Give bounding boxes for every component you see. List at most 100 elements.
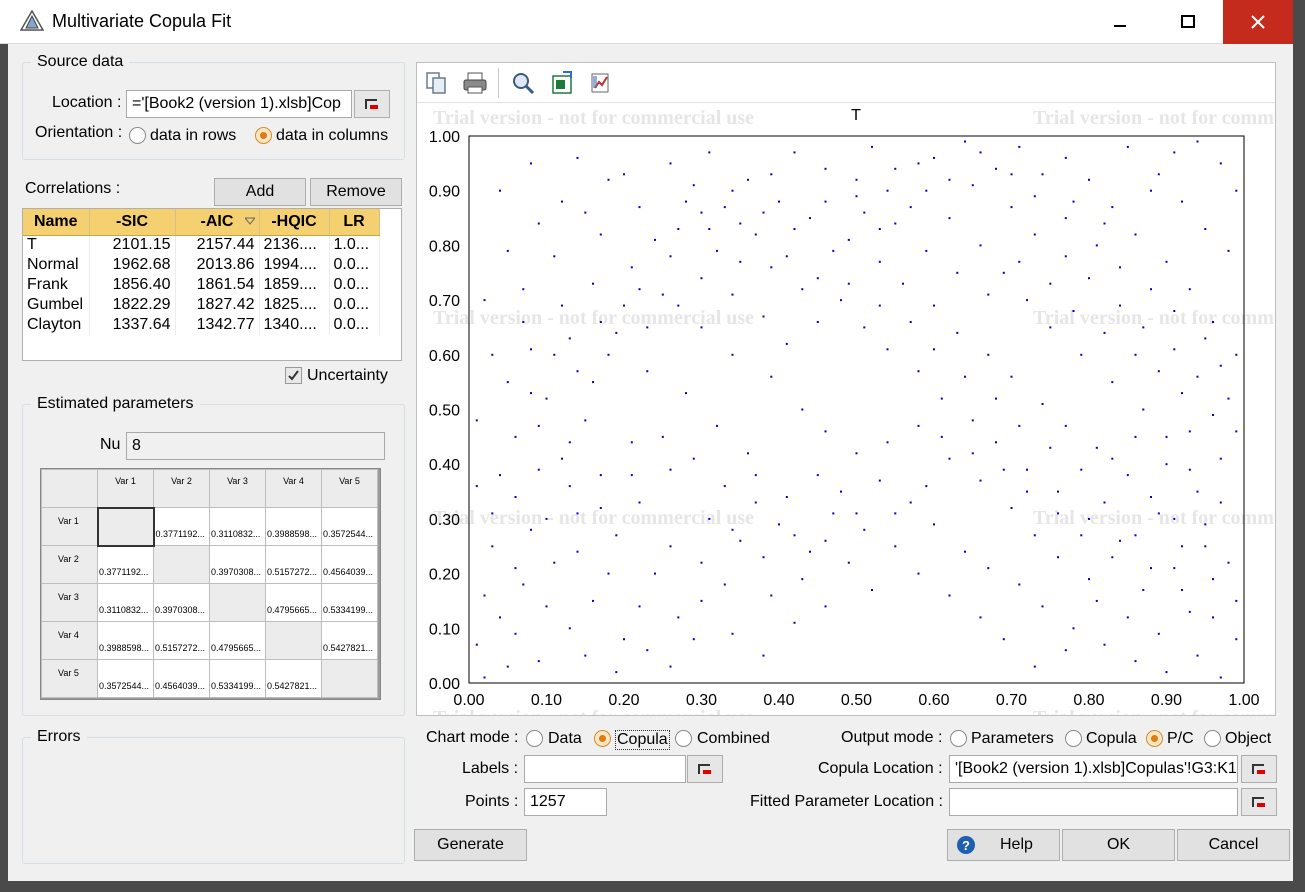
- column-header-lr[interactable]: LR: [329, 209, 380, 236]
- matrix-cell[interactable]: 0.3988598...: [265, 507, 322, 546]
- scatter-point: [607, 178, 610, 181]
- print-icon[interactable]: [462, 70, 488, 96]
- matrix-cell[interactable]: [265, 621, 322, 660]
- column-header-hqic[interactable]: -HQIC: [259, 209, 330, 236]
- matrix-cell[interactable]: 0.5157272...: [265, 545, 322, 584]
- table-row[interactable]: T 2101.15 2157.44 2136.... 1.0...: [23, 235, 380, 255]
- excel-export-icon[interactable]: [549, 70, 575, 96]
- minimize-button[interactable]: [1086, 0, 1154, 44]
- scatter-point: [638, 206, 641, 209]
- scatter-point: [1111, 206, 1114, 209]
- table-row[interactable]: Frank 1856.40 1861.54 1859.... 0.0...: [23, 275, 380, 295]
- labels-input[interactable]: [524, 755, 686, 783]
- scatter-point: [809, 217, 811, 220]
- column-header-name[interactable]: Name: [23, 209, 90, 236]
- matrix-cell[interactable]: [153, 545, 210, 584]
- scatter-point: [592, 381, 594, 384]
- chart-mode-data-radio[interactable]: [526, 730, 543, 747]
- cell-lr: 0.0...: [329, 255, 380, 275]
- scatter-point: [840, 299, 842, 302]
- matrix-cell[interactable]: 0.3988598...: [97, 621, 154, 660]
- scatter-point: [956, 271, 959, 274]
- matrix-cell[interactable]: [321, 659, 378, 698]
- cancel-button[interactable]: Cancel: [1177, 829, 1290, 861]
- scatter-point: [1088, 578, 1090, 581]
- location-input[interactable]: ='[Book2 (version 1).xlsb]Cop: [126, 90, 352, 118]
- matrix-cell[interactable]: 0.3110832...: [209, 507, 266, 546]
- scatter-point: [1111, 457, 1114, 460]
- chart-mode-copula-radio[interactable]: [594, 730, 611, 747]
- matrix-cell[interactable]: 0.3771192...: [153, 507, 210, 546]
- close-button[interactable]: [1223, 0, 1293, 44]
- copy-icon[interactable]: [424, 70, 450, 96]
- data-in-columns-radio[interactable]: [255, 127, 272, 144]
- matrix-cell[interactable]: 0.3572544...: [97, 659, 154, 698]
- copula-location-input[interactable]: '[Book2 (version 1).xlsb]Copulas'!G3:K1: [949, 755, 1238, 783]
- output-copula-radio[interactable]: [1065, 730, 1082, 747]
- output-pc-radio[interactable]: [1146, 730, 1163, 747]
- maximize-button[interactable]: [1154, 0, 1222, 44]
- scatter-point: [630, 474, 633, 477]
- scatter-point: [553, 255, 556, 258]
- scatter-point: [1057, 556, 1059, 559]
- generate-button[interactable]: Generate: [414, 829, 527, 861]
- matrix-cell[interactable]: 0.3572544...: [321, 507, 378, 546]
- table-row[interactable]: Normal 1962.68 2013.86 1994.... 0.0...: [23, 255, 380, 275]
- data-in-rows-radio[interactable]: [129, 127, 146, 144]
- matrix-cell[interactable]: 0.3110832...: [97, 583, 154, 622]
- scatter-point: [809, 550, 811, 553]
- chart-settings-icon[interactable]: [588, 70, 614, 96]
- matrix-cell[interactable]: 0.5157272...: [153, 621, 210, 660]
- output-object-radio[interactable]: [1204, 730, 1221, 747]
- table-row[interactable]: Clayton 1337.64 1342.77 1340.... 0.0...: [23, 315, 380, 335]
- chart-mode-combined-radio[interactable]: [675, 730, 692, 747]
- column-header-sic[interactable]: -SIC: [89, 209, 176, 236]
- matrix-cell[interactable]: 0.5427821...: [265, 659, 322, 698]
- uncertainty-checkbox[interactable]: [285, 367, 302, 384]
- scatter-point: [933, 348, 935, 351]
- scatter-point: [1033, 534, 1036, 537]
- matrix-cell[interactable]: 0.5334199...: [321, 583, 378, 622]
- copula-location-ref-button[interactable]: [1241, 755, 1277, 783]
- ok-button[interactable]: OK: [1062, 829, 1175, 861]
- fitted-parameter-location-ref-button[interactable]: [1241, 788, 1277, 816]
- labels-ref-button[interactable]: [687, 755, 723, 783]
- scatter-point: [599, 321, 602, 323]
- scatter-point: [1173, 348, 1176, 351]
- scatter-point: [692, 184, 695, 187]
- matrix-col-header: Var 3: [209, 469, 266, 508]
- scatter-point: [499, 616, 501, 619]
- watermark-text: Trial version - not for commercial use: [433, 307, 754, 329]
- remove-button[interactable]: Remove: [310, 178, 402, 206]
- scatter-point: [576, 156, 579, 159]
- matrix-cell[interactable]: 0.4564039...: [321, 545, 378, 584]
- fitted-parameter-location-input[interactable]: [949, 788, 1238, 816]
- matrix-cell[interactable]: [96, 506, 155, 547]
- matrix-cell[interactable]: 0.3771192...: [97, 545, 154, 584]
- data-in-rows-label: data in rows: [150, 127, 237, 144]
- output-parameters-radio[interactable]: [950, 730, 967, 747]
- scatter-point: [475, 419, 478, 422]
- matrix-cell[interactable]: 0.3970308...: [153, 583, 210, 622]
- matrix-cell[interactable]: 0.3970308...: [209, 545, 266, 584]
- scatter-point: [669, 665, 672, 668]
- help-button[interactable]: ? Help: [947, 829, 1060, 861]
- cell-hqic: 1340....: [259, 315, 330, 335]
- matrix-cell[interactable]: 0.5334199...: [209, 659, 266, 698]
- location-ref-button[interactable]: [354, 90, 390, 118]
- matrix-cell[interactable]: [209, 583, 266, 622]
- scatter-point: [685, 392, 687, 395]
- matrix-cell[interactable]: 0.4795665...: [209, 621, 266, 660]
- scatter-point: [615, 534, 618, 537]
- scatter-point: [878, 260, 881, 263]
- table-row[interactable]: Gumbel 1822.29 1827.42 1825.... 0.0...: [23, 295, 380, 315]
- column-header-aic[interactable]: -AIC: [175, 209, 260, 236]
- matrix-cell[interactable]: 0.4795665...: [265, 583, 322, 622]
- matrix-cell[interactable]: 0.5427821...: [321, 621, 378, 660]
- watermark-layer: Trial version - not for commercial use Tr…: [433, 107, 1275, 715]
- points-input[interactable]: 1257: [524, 788, 607, 816]
- scatter-point: [1219, 364, 1222, 367]
- zoom-icon[interactable]: [510, 70, 536, 96]
- add-button[interactable]: Add: [214, 178, 306, 206]
- matrix-cell[interactable]: 0.4564039...: [153, 659, 210, 698]
